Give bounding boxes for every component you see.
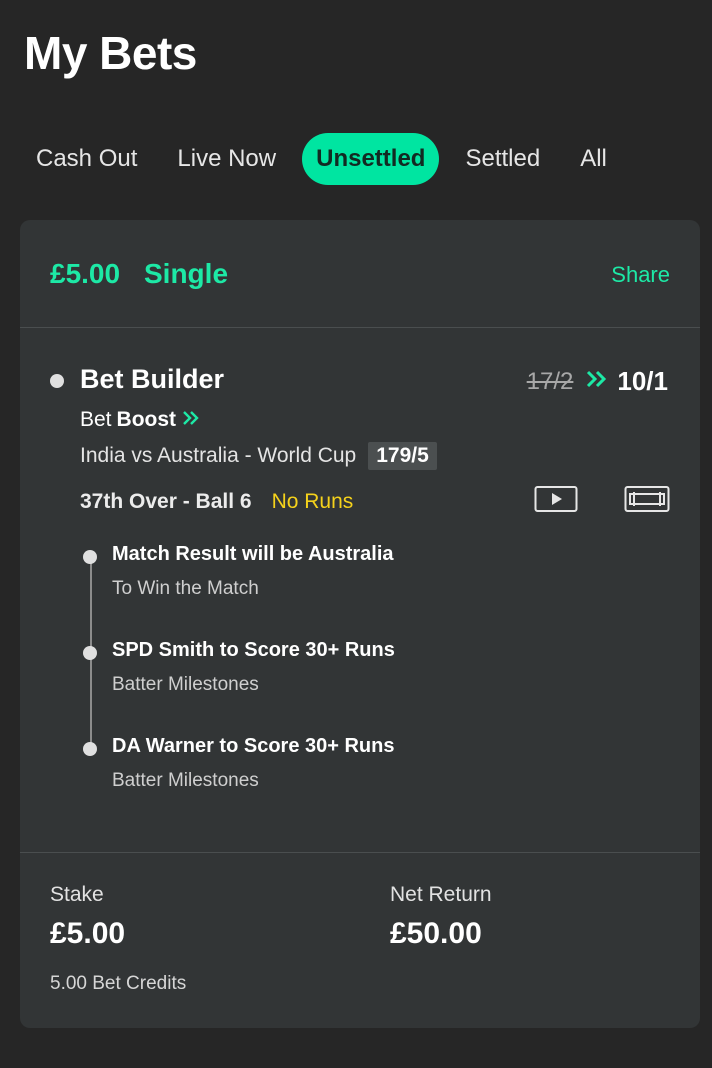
bet-builder-leg: Bet Builder 17/2 10/1 Bet Boost India vs… — [20, 328, 700, 853]
odds: 17/2 10/1 — [527, 366, 668, 397]
bet-credits: 5.00 Bet Credits — [50, 973, 187, 994]
selection-title: SPD Smith to Score 30+ Runs — [112, 639, 395, 661]
chevron-double-right-icon — [585, 369, 607, 394]
selection-bullet — [83, 646, 97, 660]
tab-cash-out[interactable]: Cash Out — [22, 133, 151, 185]
live-status: 37th Over - Ball 6 No Runs — [80, 490, 353, 514]
tab-settled[interactable]: Settled — [451, 133, 554, 185]
net-return-value: £50.00 — [390, 917, 482, 950]
match-name: India vs Australia - World Cup — [80, 444, 357, 467]
tab-unsettled[interactable]: Unsettled — [302, 133, 440, 185]
bet-builder-title: Bet Builder — [80, 364, 225, 394]
bet-type: Single — [144, 258, 229, 289]
bet-card: £5.00 Single Share Bet Builder 17/2 10/1… — [20, 220, 700, 1028]
stake-column: Stake £5.00 — [50, 883, 125, 951]
score-badge: 179/5 — [368, 442, 437, 470]
boost-text: Boost — [116, 408, 177, 431]
chevron-double-right-icon — [182, 408, 200, 432]
match-info: India vs Australia - World Cup 179/5 — [80, 442, 437, 470]
odds-original: 17/2 — [526, 367, 574, 395]
scoreboard-icon[interactable] — [624, 485, 670, 518]
selection-bullet — [83, 550, 97, 564]
my-bets-page: My Bets Cash Out Live Now Unsettled Sett… — [0, 0, 712, 1068]
stake-label: Stake — [50, 883, 104, 906]
selection-market: Batter Milestones — [112, 674, 259, 695]
selection-bullet — [83, 742, 97, 756]
stake-value: £5.00 — [50, 917, 126, 950]
bet-boost-label: Bet Boost — [80, 408, 200, 432]
leg-bullet — [50, 374, 64, 388]
bet-card-header: £5.00 Single Share — [20, 220, 700, 328]
over-ball: 37th Over - Ball 6 — [80, 490, 252, 513]
video-play-icon[interactable] — [534, 485, 578, 518]
selection-market: To Win the Match — [112, 578, 259, 599]
bet-stake-amount: £5.00 — [50, 258, 121, 289]
net-return-label: Net Return — [390, 883, 492, 906]
return-column: Net Return £50.00 — [390, 883, 492, 951]
bet-filter-tabs: Cash Out Live Now Unsettled Settled All — [22, 133, 633, 185]
tab-live-now[interactable]: Live Now — [163, 133, 290, 185]
selection-title: DA Warner to Score 30+ Runs — [112, 735, 395, 757]
page-title: My Bets — [24, 27, 197, 79]
selection-market: Batter Milestones — [112, 770, 259, 791]
boost-prefix: Bet — [80, 408, 112, 431]
ball-event: No Runs — [271, 490, 354, 513]
selection-title: Match Result will be Australia — [112, 543, 394, 565]
bet-footer: Stake £5.00 Net Return £50.00 5.00 Bet C… — [20, 853, 700, 1028]
tab-all[interactable]: All — [566, 133, 621, 185]
share-button[interactable]: Share — [611, 262, 670, 288]
odds-boosted: 10/1 — [617, 366, 668, 396]
